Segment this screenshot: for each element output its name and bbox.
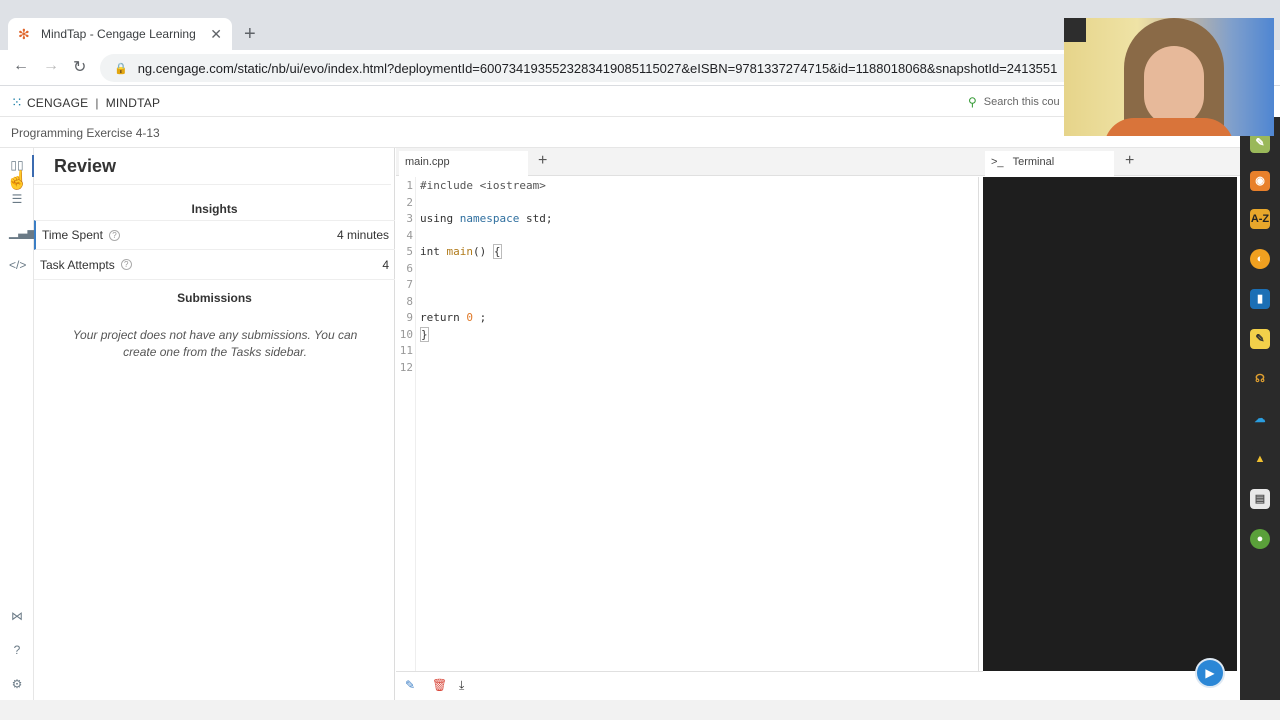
search-icon: ⚲ bbox=[968, 95, 977, 109]
terminal-console[interactable] bbox=[983, 177, 1237, 671]
line-number: 11 bbox=[399, 344, 413, 357]
code-line-9: return 0 ; bbox=[420, 310, 486, 327]
address-bar[interactable]: 🔒 ng.cengage.com/static/nb/ui/evo/index.… bbox=[100, 54, 1100, 82]
code-number: 0 bbox=[466, 311, 473, 324]
trash-icon[interactable]: 🗑 bbox=[432, 678, 447, 692]
add-file-button[interactable]: + bbox=[538, 152, 547, 170]
brand-left: CENGAGE bbox=[26, 95, 89, 110]
notes-icon[interactable]: ✎ bbox=[1250, 329, 1270, 349]
line-number: 8 bbox=[406, 294, 413, 308]
google-drive-icon[interactable]: ▲ bbox=[1250, 449, 1270, 469]
close-tab-icon[interactable]: ✕ bbox=[210, 26, 222, 43]
line-number: 10 bbox=[399, 327, 413, 341]
time-spent-value: 4 minutes bbox=[336, 228, 389, 242]
breadcrumb: Programming Exercise 4-13 bbox=[11, 126, 160, 140]
terminal-prompt-icon: >_ bbox=[991, 156, 1004, 168]
audio-icon[interactable]: ☊ bbox=[1250, 369, 1270, 389]
document-icon[interactable]: ▤ bbox=[1250, 489, 1270, 509]
code-line-10: } bbox=[420, 326, 429, 344]
add-terminal-button[interactable]: + bbox=[1125, 152, 1134, 170]
download-icon[interactable]: ⤓ bbox=[459, 678, 464, 693]
forward-icon[interactable]: → bbox=[43, 57, 59, 75]
ebook-icon[interactable]: ▮ bbox=[1250, 289, 1270, 309]
tab-terminal[interactable]: >_ Terminal bbox=[985, 151, 1114, 176]
url-text: ng.cengage.com/static/nb/ui/evo/index.ht… bbox=[137, 60, 1058, 76]
task-attempts-label: Task Attempts bbox=[40, 257, 115, 272]
code-token: ; bbox=[472, 311, 487, 324]
code-token: return bbox=[420, 311, 467, 324]
back-icon[interactable]: ← bbox=[13, 57, 29, 75]
submissions-heading: Submissions bbox=[177, 291, 252, 305]
code-line-3: using namespace std; bbox=[420, 211, 552, 228]
new-tab-button[interactable]: + bbox=[244, 24, 256, 44]
play-icon[interactable]: ▶ bbox=[1195, 658, 1225, 688]
line-number: 4 bbox=[406, 228, 413, 242]
readspeaker-icon[interactable]: ◐ bbox=[1250, 249, 1270, 269]
code-token: int bbox=[420, 245, 447, 258]
brand-divider: | bbox=[95, 95, 99, 110]
code-token: using bbox=[420, 212, 460, 225]
time-spent-label: Time Spent bbox=[42, 228, 103, 242]
course-search[interactable]: ⚲ Search this cou bbox=[968, 95, 1060, 109]
task-attempts-row: Task Attempts ? 4 bbox=[34, 250, 395, 280]
brand-right: MINDTAP bbox=[105, 95, 161, 110]
line-number: 5 bbox=[406, 245, 413, 258]
time-spent-row: Time Spent ? 4 minutes bbox=[34, 220, 395, 250]
code-function: main bbox=[446, 245, 474, 258]
line-number: 9 bbox=[406, 311, 413, 324]
tasks-list-icon[interactable]: ☰ bbox=[9, 191, 25, 207]
line-number: 2 bbox=[406, 195, 413, 209]
app-icon[interactable]: ● bbox=[1250, 529, 1270, 549]
terminal-tab-label: Terminal bbox=[1012, 156, 1055, 168]
tab-main-cpp[interactable]: main.cpp bbox=[399, 151, 528, 176]
browser-tab[interactable]: ✻ MindTap - Cengage Learning ✕ bbox=[8, 18, 232, 50]
lock-icon: 🔒 bbox=[114, 62, 128, 75]
search-placeholder: Search this cou bbox=[983, 96, 1060, 108]
bottom-strip bbox=[0, 700, 1280, 720]
brand-logo[interactable]: ⁙ CENGAGE | MINDTAP bbox=[11, 94, 160, 111]
code-keyword: namespace bbox=[459, 212, 520, 225]
line-number: 3 bbox=[406, 212, 413, 225]
settings-gear-icon[interactable]: ⚙ bbox=[9, 676, 25, 692]
webcam-overlay bbox=[1064, 18, 1274, 136]
info-icon[interactable]: ? bbox=[108, 229, 120, 241]
line-number: 12 bbox=[399, 360, 413, 374]
help-icon[interactable]: ? bbox=[9, 642, 25, 658]
line-number: 6 bbox=[406, 261, 413, 275]
editor-footer bbox=[396, 671, 983, 700]
divider bbox=[34, 184, 391, 185]
reload-icon[interactable]: ↻ bbox=[73, 57, 86, 77]
presenter-shirt bbox=[1104, 118, 1234, 136]
tab-title: MindTap - Cengage Learning bbox=[41, 27, 196, 41]
pencil-icon[interactable]: ✎ bbox=[405, 678, 415, 692]
code-token: () bbox=[473, 245, 493, 258]
code-line-1: #include <iostream> bbox=[420, 179, 546, 192]
info-icon[interactable]: ? bbox=[120, 259, 132, 270]
code-brace: { bbox=[492, 244, 502, 259]
rss-icon[interactable]: ◉ bbox=[1250, 171, 1270, 191]
presenter-face bbox=[1144, 46, 1204, 126]
cengage-logo-icon: ⁙ bbox=[11, 94, 23, 110]
breadcrumb-bar bbox=[0, 117, 1240, 148]
dictionary-icon[interactable]: A-Z bbox=[1250, 209, 1270, 229]
code-icon[interactable]: </> bbox=[9, 257, 26, 273]
mouse-cursor-icon: ☝ bbox=[6, 170, 29, 190]
code-brace: } bbox=[420, 326, 429, 342]
empty-submissions-message: Your project does not have any submissio… bbox=[72, 328, 358, 359]
line-number: 7 bbox=[406, 278, 413, 291]
cengage-favicon-icon: ✻ bbox=[18, 26, 30, 42]
insights-heading: Insights bbox=[191, 202, 238, 216]
code-line-5: int main() { bbox=[420, 244, 502, 261]
onedrive-cloud-icon[interactable]: ☁ bbox=[1250, 409, 1270, 429]
task-attempts-value: 4 bbox=[382, 257, 389, 272]
background-object bbox=[1064, 18, 1086, 42]
code-token: std; bbox=[519, 212, 553, 225]
bar-chart-icon[interactable]: ▁▃▅ bbox=[9, 224, 37, 240]
share-icon[interactable]: ⋈ bbox=[9, 608, 25, 624]
highlighter-icon[interactable]: ✎ bbox=[1250, 133, 1270, 153]
review-title: Review bbox=[54, 156, 117, 176]
line-number: 1 bbox=[406, 179, 413, 192]
